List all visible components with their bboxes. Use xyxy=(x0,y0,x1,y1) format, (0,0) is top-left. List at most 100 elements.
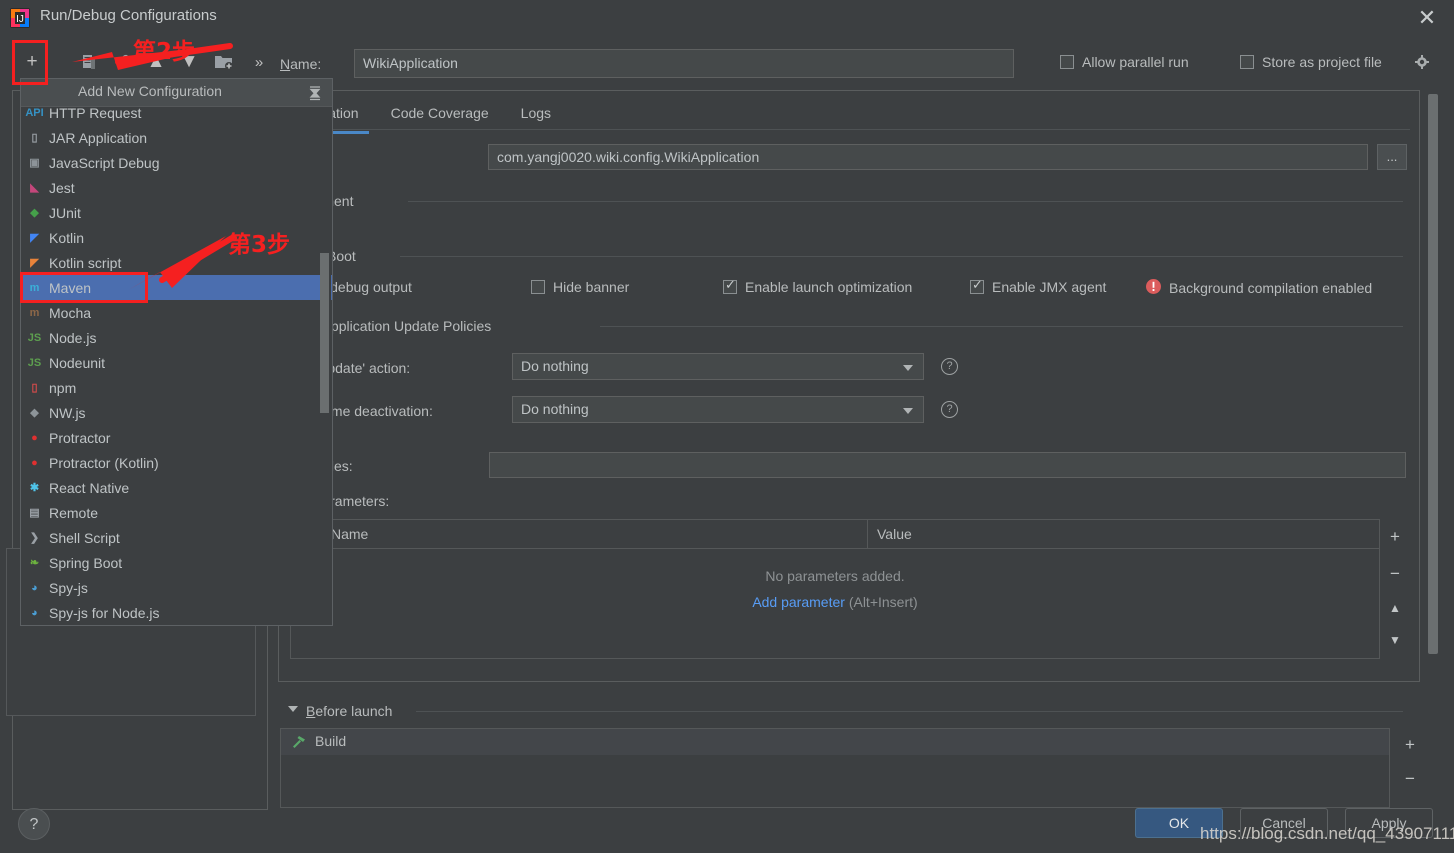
configuration-type-item[interactable]: ● Protractor (Kotlin) xyxy=(21,450,332,475)
configuration-type-item[interactable]: JS Node.js xyxy=(21,325,332,350)
add-configuration-button[interactable]: + xyxy=(18,48,46,76)
on-frame-deactivation-combo[interactable]: Do nothing xyxy=(512,396,924,423)
copy-configuration-icon[interactable] xyxy=(75,48,103,76)
configuration-type-label: Jest xyxy=(49,179,75,196)
configuration-type-label: Spring Boot xyxy=(49,554,123,571)
hide-banner-checkbox[interactable]: Hide banner xyxy=(531,279,629,295)
remove-before-launch-task-button[interactable]: − xyxy=(1395,764,1425,794)
popup-scrollbar-thumb[interactable] xyxy=(320,253,329,413)
configuration-type-label: Remote xyxy=(49,504,99,521)
edit-templates-wrench-icon[interactable] xyxy=(110,48,138,76)
configuration-type-item[interactable]: ▯ JAR Application xyxy=(21,125,332,150)
tab-logs[interactable]: Logs xyxy=(505,98,567,130)
store-as-project-file-checkbox[interactable]: Store as project file xyxy=(1240,54,1382,70)
main-class-input[interactable]: com.yangj0020.wiki.config.WikiApplicatio… xyxy=(488,144,1368,170)
configuration-type-item[interactable]: ▤ Remote xyxy=(21,500,332,525)
configuration-type-icon: ❧ xyxy=(29,557,40,569)
configuration-type-item[interactable]: ◆ JUnit xyxy=(21,200,332,225)
configuration-type-label: Spy-js for Node.js xyxy=(49,604,160,621)
before-launch-collapse-icon[interactable] xyxy=(288,706,298,712)
more-actions-icon[interactable]: » xyxy=(245,48,273,76)
before-launch-title-rest: efore launch xyxy=(315,703,393,719)
add-parameter-button[interactable]: + xyxy=(1380,522,1410,552)
name-input[interactable]: WikiApplication xyxy=(354,49,1014,78)
configuration-type-item[interactable]: ◆ NW.js xyxy=(21,400,332,425)
editor-scrollbar-track[interactable] xyxy=(1427,92,1439,680)
spring-boot-section-divider xyxy=(400,256,1403,257)
add-parameter-shortcut: (Alt+Insert) xyxy=(848,594,918,610)
configuration-type-item[interactable]: ◤ Kotlin xyxy=(21,225,332,250)
configuration-type-item[interactable]: API HTTP Request xyxy=(21,108,332,125)
configuration-type-label: Node.js xyxy=(49,329,97,346)
configuration-type-item[interactable]: ● Protractor xyxy=(21,425,332,450)
configuration-type-icon: ● xyxy=(31,431,38,444)
configuration-type-item[interactable]: ◕ Spy-js xyxy=(21,575,332,600)
move-parameter-down-button[interactable]: ▼ xyxy=(1380,625,1410,655)
configuration-type-item[interactable]: ▯ npm xyxy=(21,375,332,400)
configuration-type-item[interactable]: m Maven xyxy=(21,275,332,300)
popup-title: Add New Configuration xyxy=(78,83,222,99)
enable-launch-optimization-box[interactable] xyxy=(723,277,737,294)
enable-jmx-agent-box[interactable] xyxy=(970,277,984,294)
configuration-type-item[interactable]: ◤ Kotlin script xyxy=(21,250,332,275)
sort-down-icon[interactable]: ▼ xyxy=(175,48,203,76)
enable-launch-optimization-checkbox[interactable]: Enable launch optimization xyxy=(723,277,912,295)
close-icon[interactable]: ✕ xyxy=(1414,5,1440,31)
configuration-type-icon: ◣ xyxy=(30,182,39,194)
new-folder-icon[interactable] xyxy=(210,48,238,76)
store-as-project-file-box[interactable] xyxy=(1240,55,1254,69)
configuration-type-item[interactable]: ❧ Spring Boot xyxy=(21,550,332,575)
configuration-type-item[interactable]: ❯ Shell Script xyxy=(21,525,332,550)
background-compilation-warning: Background compilation enabled xyxy=(1145,278,1372,298)
remove-parameter-button[interactable]: − xyxy=(1380,559,1410,589)
on-update-action-help-icon[interactable]: ? xyxy=(941,358,958,375)
configuration-type-label: Mocha xyxy=(49,304,92,321)
add-before-launch-task-button[interactable]: + xyxy=(1395,730,1425,760)
browse-main-class-button[interactable]: ... xyxy=(1377,144,1407,170)
sort-up-icon[interactable]: ▲ xyxy=(142,48,170,76)
before-launch-panel[interactable]: Build xyxy=(280,728,1390,808)
environment-section-divider xyxy=(408,201,1403,202)
configuration-type-item[interactable]: m Mocha xyxy=(21,300,332,325)
configuration-type-item[interactable]: ▣ JavaScript Debug xyxy=(21,150,332,175)
column-divider[interactable] xyxy=(867,520,868,548)
editor-scrollbar-thumb[interactable] xyxy=(1428,94,1438,654)
allow-parallel-run-checkbox[interactable]: Allow parallel run xyxy=(1060,54,1189,70)
watermark: https://blog.csdn.net/qq_43907111 xyxy=(1200,824,1454,843)
parameters-table[interactable]: Name Value No parameters added. Add para… xyxy=(290,519,1380,659)
title-bar: IJ Run/Debug Configurations ✕ xyxy=(0,0,1454,36)
popup-scrollbar-track[interactable] xyxy=(320,108,331,625)
configuration-type-icon: ▤ xyxy=(29,507,40,519)
add-parameter-link[interactable]: Add parameter xyxy=(752,594,845,610)
tab-code-coverage[interactable]: Code Coverage xyxy=(375,98,505,130)
allow-parallel-run-box[interactable] xyxy=(1060,55,1074,69)
configuration-type-label: JUnit xyxy=(49,204,81,221)
move-parameter-up-button[interactable]: ▲ xyxy=(1380,593,1410,623)
intellij-idea-icon: IJ xyxy=(10,8,30,28)
configuration-type-label: Kotlin xyxy=(49,229,85,246)
on-frame-deactivation-help-icon[interactable]: ? xyxy=(941,401,958,418)
hide-banner-box[interactable] xyxy=(531,280,545,294)
configuration-type-label: JavaScript Debug xyxy=(49,154,160,171)
enable-jmx-agent-label: Enable JMX agent xyxy=(992,279,1107,295)
configuration-type-list[interactable]: API HTTP Request ▯ JAR Application ▣ JavaScri… xyxy=(21,108,332,625)
on-update-action-combo[interactable]: Do nothing xyxy=(512,353,924,380)
collapse-all-icon[interactable] xyxy=(306,84,324,102)
parameters-empty-text: No parameters added. xyxy=(765,568,905,584)
gear-icon[interactable] xyxy=(1414,54,1430,70)
configuration-type-item[interactable]: ◣ Jest xyxy=(21,175,332,200)
before-launch-task-row[interactable]: Build xyxy=(281,729,1389,755)
chevron-down-icon xyxy=(903,408,913,414)
window-title: Run/Debug Configurations xyxy=(40,7,217,24)
configuration-type-label: Maven xyxy=(49,279,92,296)
column-header-value: Value xyxy=(877,526,912,542)
column-header-name: Name xyxy=(331,526,369,542)
help-button[interactable]: ? xyxy=(18,808,50,840)
hammer-icon xyxy=(291,734,307,750)
active-profiles-input[interactable] xyxy=(489,452,1406,478)
enable-jmx-agent-checkbox[interactable]: Enable JMX agent xyxy=(970,277,1107,295)
configuration-type-item[interactable]: ✱ React Native xyxy=(21,475,332,500)
configuration-type-item[interactable]: ◕ Spy-js for Node.js xyxy=(21,600,332,625)
configuration-type-item[interactable]: JS Nodeunit xyxy=(21,350,332,375)
add-new-configuration-popup[interactable]: Add New Configuration API HTTP Request ▯ JA… xyxy=(20,78,333,626)
